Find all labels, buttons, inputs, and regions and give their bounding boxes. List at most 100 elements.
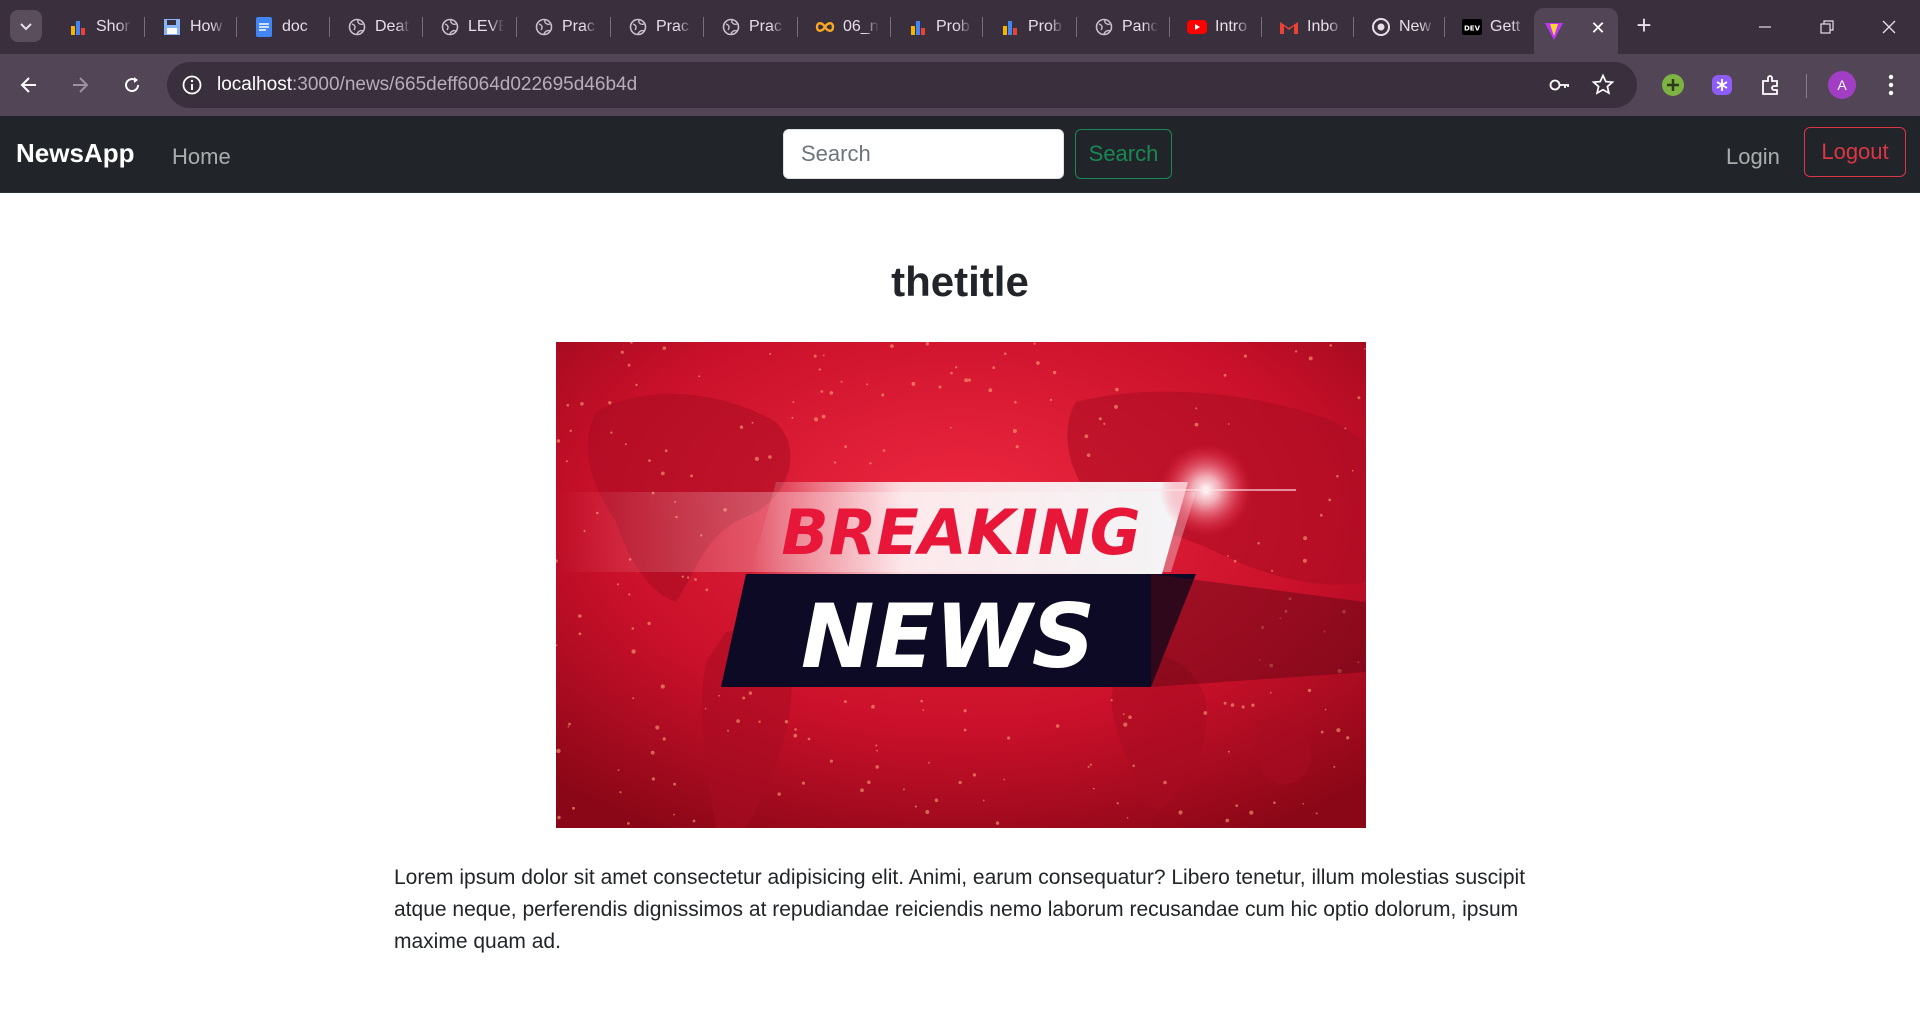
restore-button[interactable] (1804, 10, 1850, 44)
tab-title: Prob (1028, 18, 1062, 35)
app-navbar: NewsApp Home Search Login Logout (0, 116, 1920, 193)
close-tab-icon[interactable]: ✕ (1588, 18, 1608, 38)
tab-title: Deat (375, 18, 409, 35)
globe-icon (721, 17, 741, 37)
browser-tab[interactable]: Prac (618, 8, 692, 46)
browser-tab[interactable]: How (152, 8, 226, 46)
article-image: BREAKING NEWS (556, 342, 1366, 828)
article-body: Lorem ipsum dolor sit amet consectetur a… (394, 866, 1526, 953)
globe-icon (628, 17, 648, 37)
tab-separator (422, 17, 423, 37)
svg-text:DEV: DEV (1464, 25, 1481, 33)
tab-title: 06_n (843, 18, 879, 35)
browser-tab[interactable]: doc (244, 8, 318, 46)
browser-tab[interactable]: New (1361, 8, 1435, 46)
browser-tab[interactable]: Intro (1177, 8, 1251, 46)
browser-tab[interactable]: Shor (58, 8, 132, 46)
bookmark-star-icon[interactable] (1591, 73, 1615, 97)
chrome-icon (1371, 17, 1391, 37)
close-window-button[interactable] (1866, 10, 1912, 44)
kebab-menu-icon (1888, 74, 1894, 96)
tab-title: Intro (1215, 18, 1248, 35)
back-button[interactable] (12, 68, 46, 102)
tab-title: Prob (936, 18, 970, 35)
browser-tab[interactable]: DEV Gett (1452, 8, 1526, 46)
browser-tab[interactable]: Inbo (1269, 8, 1343, 46)
navbar-brand[interactable]: NewsApp (16, 138, 134, 169)
tab-separator (236, 17, 237, 37)
close-icon (1882, 20, 1896, 34)
vite-icon (1544, 21, 1564, 41)
browser-tab-strip: Shor How doc Deat LEVE Prac Prac Prac 06_n Prob Pr… (0, 0, 1920, 54)
extensions-puzzle-icon[interactable] (1756, 70, 1786, 100)
address-bar[interactable]: localhost:3000/news/665deff6064d022695d4… (167, 62, 1637, 108)
tab-title: How (190, 18, 223, 35)
tab-separator (1261, 17, 1262, 37)
browser-tab[interactable]: Panc (1084, 8, 1158, 46)
reload-button[interactable] (115, 68, 149, 102)
nav-link-login[interactable]: Login (1726, 144, 1780, 170)
browser-menu-button[interactable] (1878, 70, 1904, 100)
logout-button[interactable]: Logout (1804, 127, 1906, 177)
bar-chart-icon (908, 17, 928, 37)
tab-title: Inbo (1307, 18, 1339, 35)
tab-separator (1076, 17, 1077, 37)
arrow-left-icon (20, 77, 36, 93)
restore-icon (1820, 20, 1834, 34)
tab-title: Prac (562, 18, 595, 35)
url-text[interactable]: localhost:3000/news/665deff6064d022695d4… (217, 74, 637, 96)
url-path: :3000/news/665deff6064d022695d46b4d (292, 74, 638, 95)
browser-tab[interactable]: Deat (337, 8, 411, 46)
bar-chart-icon (1000, 17, 1020, 37)
extension-snowflake-icon[interactable] (1707, 70, 1737, 100)
tab-separator (1444, 17, 1445, 37)
extension-plus-icon[interactable] (1658, 70, 1688, 100)
tab-separator (144, 17, 145, 37)
minimize-button[interactable] (1742, 10, 1788, 44)
forward-button[interactable] (63, 68, 97, 102)
tab-separator (516, 17, 517, 37)
browser-tab[interactable]: Prob (990, 8, 1064, 46)
browser-tab[interactable]: LEVE (430, 8, 504, 46)
url-host: localhost (217, 74, 292, 95)
google-docs-icon (254, 17, 274, 37)
browser-tab[interactable]: Prac (524, 8, 598, 46)
arrow-right-icon (73, 77, 89, 93)
search-button[interactable]: Search (1075, 129, 1172, 179)
dev-icon: DEV (1462, 17, 1482, 37)
minimize-icon (1759, 26, 1771, 28)
tab-title: Prac (656, 18, 689, 35)
tab-separator (797, 17, 798, 37)
globe-icon (440, 17, 460, 37)
password-key-icon[interactable] (1548, 73, 1572, 97)
chevron-down-icon (20, 23, 32, 31)
profile-avatar[interactable]: A (1828, 71, 1856, 99)
article-title: thetitle (891, 258, 1029, 305)
globe-icon (534, 17, 554, 37)
infinity-icon (815, 17, 835, 37)
tab-title: Prac (749, 18, 782, 35)
tab-title: Panc (1122, 18, 1158, 35)
breaking-text: BREAKING (781, 496, 1140, 569)
youtube-icon (1187, 17, 1207, 37)
search-input[interactable] (783, 129, 1064, 179)
tab-search-button[interactable] (10, 10, 42, 42)
reload-icon (125, 77, 140, 93)
floppy-icon (162, 17, 182, 37)
tab-title: New (1399, 18, 1432, 35)
tab-separator (703, 17, 704, 37)
globe-icon (1094, 17, 1114, 37)
nav-link-home[interactable]: Home (172, 144, 231, 170)
browser-tab[interactable]: 06_n (805, 8, 879, 46)
browser-tab[interactable]: Prob (898, 8, 972, 46)
globe-icon (347, 17, 367, 37)
site-info-icon[interactable] (181, 74, 203, 96)
tab-active[interactable]: ✕ (1534, 8, 1618, 54)
toolbar-divider (1806, 74, 1807, 98)
bar-chart-icon (68, 17, 88, 37)
tab-separator (1353, 17, 1354, 37)
new-tab-button[interactable]: + (1630, 12, 1658, 40)
tab-separator (610, 17, 611, 37)
browser-tab[interactable]: Prac (711, 8, 785, 46)
browser-toolbar: localhost:3000/news/665deff6064d022695d4… (0, 54, 1920, 116)
